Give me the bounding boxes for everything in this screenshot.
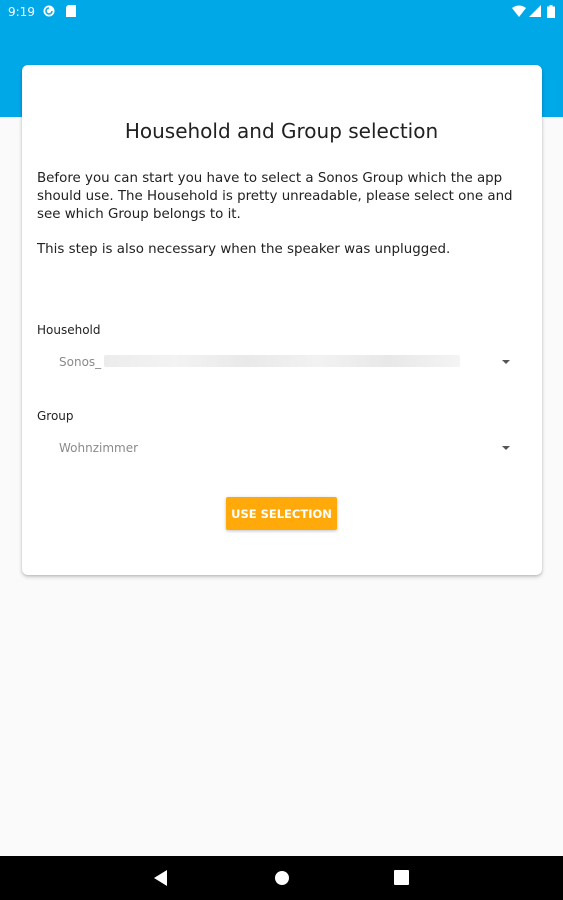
group-select[interactable]: Wohnzimmer bbox=[56, 436, 512, 462]
description: Before you can start you have to select … bbox=[37, 170, 527, 276]
recents-icon[interactable] bbox=[394, 870, 409, 885]
back-icon[interactable] bbox=[154, 870, 168, 886]
use-selection-button[interactable]: USE SELECTION bbox=[226, 497, 337, 530]
group-label: Group bbox=[37, 409, 74, 423]
page-title: Household and Group selection bbox=[124, 119, 439, 143]
navigation-bar bbox=[0, 856, 563, 900]
home-icon[interactable] bbox=[274, 870, 290, 886]
sim-card-icon bbox=[66, 5, 76, 17]
dropdown-arrow-icon bbox=[502, 446, 510, 450]
dropdown-arrow-icon bbox=[502, 360, 510, 364]
status-bar: 9:19 bbox=[0, 0, 563, 24]
household-value: Sonos_ bbox=[59, 355, 102, 369]
status-time: 9:19 bbox=[8, 5, 35, 19]
battery-icon bbox=[547, 5, 555, 18]
description-paragraph: This step is also necessary when the spe… bbox=[37, 242, 451, 257]
household-select[interactable]: Sonos_ bbox=[56, 350, 512, 376]
household-redacted bbox=[104, 355, 460, 367]
household-label: Household bbox=[37, 323, 101, 337]
signal-icon bbox=[529, 5, 541, 17]
pocket-casts-icon bbox=[43, 5, 55, 17]
group-value: Wohnzimmer bbox=[59, 441, 139, 455]
description-paragraph: Before you can start you have to select … bbox=[37, 171, 513, 222]
wifi-icon bbox=[512, 5, 526, 17]
